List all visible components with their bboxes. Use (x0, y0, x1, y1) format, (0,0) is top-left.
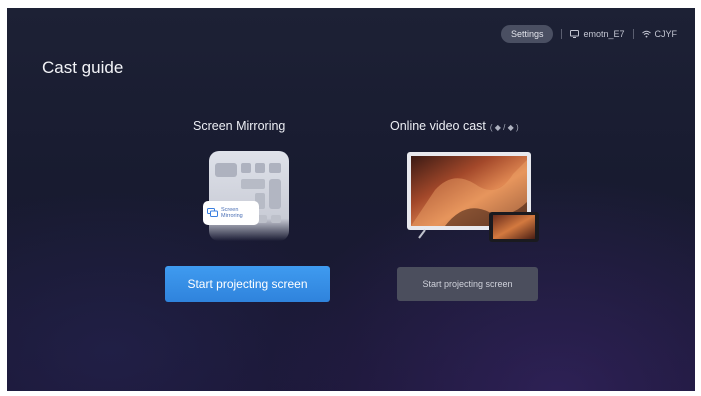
start-projecting-screen-mirroring-button[interactable]: Start projecting screen (165, 266, 330, 302)
mirror-icon (207, 204, 218, 222)
tv-screen: Cast guide Settings emotn_E7 CJYF Screen… (7, 8, 695, 391)
wifi-icon (641, 30, 651, 38)
badge-text: Screen Mirroring (221, 207, 243, 219)
screen-mirroring-illustration: Screen Mirroring (203, 149, 291, 241)
wifi-status: CJYF (641, 29, 678, 39)
wifi-name: CJYF (654, 29, 678, 39)
online-video-cast-label: Online video cast( ◆ / ◆ ) (390, 119, 519, 133)
device-status: emotn_E7 (570, 29, 625, 39)
monitor-icon (570, 30, 580, 38)
page-title: Cast guide (42, 58, 124, 77)
top-status-bar: Settings emotn_E7 CJYF (500, 25, 678, 43)
online-video-cast-illustration (405, 150, 541, 242)
divider (632, 29, 634, 39)
screen-mirroring-badge: Screen Mirroring (203, 201, 259, 225)
online-video-cast-title: Online video cast (390, 119, 486, 133)
start-projecting-online-video-button[interactable]: Start projecting screen (397, 267, 538, 301)
platform-icons: ( ◆ / ◆ ) (489, 123, 519, 132)
settings-button[interactable]: Settings (500, 25, 554, 43)
screen-mirroring-label: Screen Mirroring (193, 119, 286, 133)
divider (561, 29, 563, 39)
device-name: emotn_E7 (583, 29, 625, 39)
